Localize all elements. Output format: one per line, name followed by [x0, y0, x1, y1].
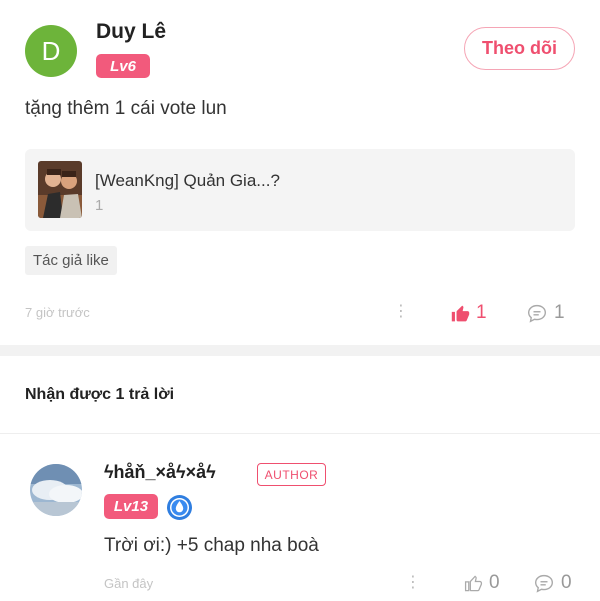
comment-icon [534, 574, 554, 593]
divider [0, 433, 600, 434]
reply-level-badge: Lv13 [104, 494, 158, 519]
post-timestamp: 7 giờ trước [25, 305, 90, 320]
section-divider [0, 345, 600, 356]
thumbs-up-icon [464, 574, 483, 591]
reply-text: Trời ơi:) +5 chap nha boà [104, 535, 319, 556]
reply-like-count: 0 [489, 572, 500, 593]
reply-reply-button[interactable]: 0 [533, 572, 572, 594]
like-button[interactable]: 1 [451, 302, 487, 324]
quoted-chapter-card[interactable]: [WeanKng] Quản Gia...? 1 [25, 149, 575, 231]
username[interactable]: Duy Lê [96, 20, 166, 44]
avatar-letter: D [41, 35, 61, 66]
reply-comment-count: 0 [561, 572, 572, 593]
like-count: 1 [476, 302, 487, 323]
chapter-thumbnail [38, 161, 82, 218]
quoted-chapter-subtitle: 1 [95, 197, 104, 214]
more-options-icon[interactable]: ⋮ [393, 304, 409, 320]
reply-username[interactable]: ϟhåň_×åϟ×åϟ [104, 462, 216, 483]
water-drop-badge-icon [166, 494, 193, 521]
reply-like-button[interactable]: 0 [464, 572, 500, 594]
level-badge: Lv6 [96, 54, 150, 78]
reply-button[interactable]: 1 [526, 302, 565, 324]
comment-post: D Duy Lê Lv6 Theo dõi tặng thêm 1 cái vo… [0, 0, 600, 345]
author-badge: AUTHOR [257, 463, 326, 486]
reply-user-avatar[interactable] [30, 464, 82, 516]
comment-text: tặng thêm 1 cái vote lun [25, 98, 227, 119]
reply-more-options-icon[interactable]: ⋮ [405, 575, 421, 591]
thumbs-up-filled-icon [451, 305, 470, 321]
comment-icon [527, 304, 547, 323]
follow-button[interactable]: Theo dõi [464, 27, 575, 70]
author-liked-tag: Tác giả like [25, 246, 117, 275]
comment-count: 1 [554, 302, 565, 323]
reply-timestamp: Gần đây [104, 576, 154, 591]
user-avatar[interactable]: D [25, 25, 77, 77]
replies-header: Nhận được 1 trả lời [25, 386, 175, 403]
quoted-chapter-title: [WeanKng] Quản Gia...? [95, 171, 280, 190]
